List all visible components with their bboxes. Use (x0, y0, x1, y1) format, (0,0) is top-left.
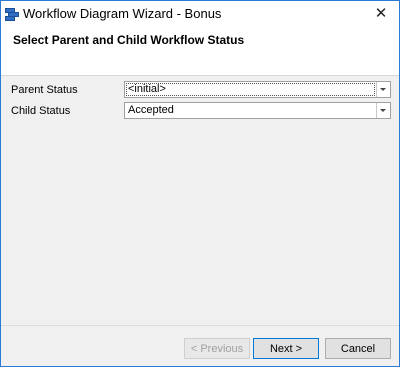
workflow-app-icon (5, 8, 19, 21)
title-bar[interactable]: Workflow Diagram Wizard - Bonus ✕ (1, 1, 399, 27)
next-button[interactable]: Next > (253, 338, 319, 359)
page-title: Select Parent and Child Workflow Status (13, 33, 245, 47)
window-title: Workflow Diagram Wizard - Bonus (23, 6, 222, 21)
dropdown-arrow-icon[interactable] (376, 82, 390, 97)
previous-button[interactable]: < Previous (184, 338, 250, 359)
cancel-button[interactable]: Cancel (325, 338, 391, 359)
child-status-value: Accepted (128, 104, 174, 116)
parent-status-label: Parent Status (11, 84, 78, 96)
dropdown-arrow-icon[interactable] (376, 103, 390, 118)
parent-status-dropdown[interactable]: <initial> (124, 81, 391, 98)
child-status-label: Child Status (11, 105, 71, 117)
wizard-header: Select Parent and Child Workflow Status (1, 27, 399, 76)
child-status-dropdown[interactable]: Accepted (124, 102, 391, 119)
footer-divider (1, 325, 399, 326)
parent-status-value: <initial> (128, 83, 166, 95)
close-icon[interactable]: ✕ (371, 4, 391, 24)
wizard-window: Workflow Diagram Wizard - Bonus ✕ Select… (0, 0, 400, 367)
